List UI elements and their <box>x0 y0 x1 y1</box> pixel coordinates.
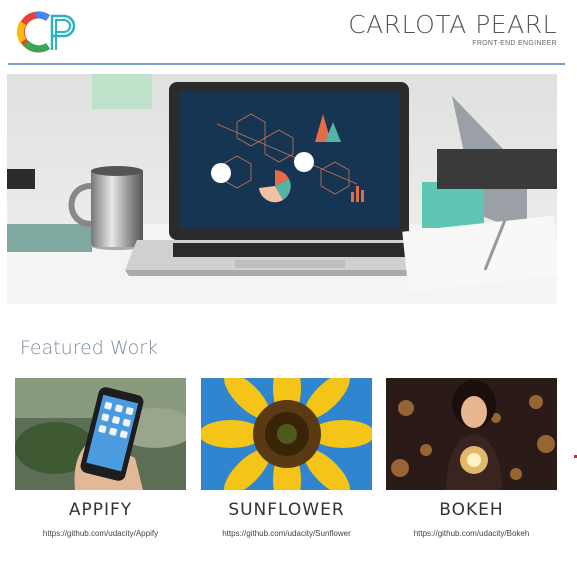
project-card-sunflower[interactable]: SUNFLOWER https://github.com/udacity/Sun… <box>201 378 372 538</box>
site-owner-title: FRONT-END ENGINEER <box>472 40 557 47</box>
cp-logo[interactable] <box>14 9 82 53</box>
project-link[interactable]: https://github.com/udacity/Bokeh <box>386 529 557 538</box>
project-link[interactable]: https://github.com/udacity/Appify <box>15 529 186 538</box>
header-divider <box>8 63 565 65</box>
project-card-bokeh[interactable]: BOKEH https://github.com/udacity/Bokeh <box>386 378 557 538</box>
featured-work-heading: Featured Work <box>20 337 159 359</box>
project-name: APPIFY <box>68 500 133 520</box>
project-link[interactable]: https://github.com/udacity/Sunflower <box>201 529 372 538</box>
laptop-desk-photo-icon <box>7 74 557 304</box>
phone-photo-icon[interactable] <box>15 378 186 490</box>
bokeh-photo-icon[interactable] <box>386 378 557 490</box>
site-owner-name: CARLOTA PEARL <box>348 10 557 39</box>
project-name: BOKEH <box>439 500 504 520</box>
sunflower-photo-icon[interactable] <box>201 378 372 490</box>
project-card-appify[interactable]: APPIFY https://github.com/udacity/Appify <box>15 378 186 538</box>
hero-image <box>7 74 557 304</box>
project-name: SUNFLOWER <box>228 500 345 520</box>
